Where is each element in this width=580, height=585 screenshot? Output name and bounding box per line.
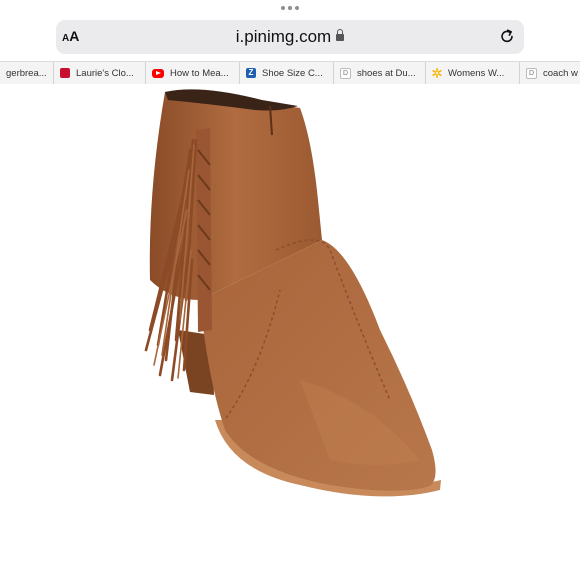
youtube-icon	[152, 68, 164, 78]
d-letter-icon: D	[526, 67, 537, 79]
bookmark-item[interactable]: D coach w	[520, 62, 580, 84]
d-letter-icon: D	[340, 67, 351, 79]
bookmark-label: How to Mea...	[170, 67, 229, 79]
bookmark-item[interactable]: Z Shoe Size C...	[240, 62, 334, 84]
bookmark-label: gerbrea...	[6, 67, 47, 79]
bookmarks-bar: gerbrea... Laurie's Clo... How to Mea...…	[0, 61, 580, 85]
bookmark-item[interactable]: D shoes at Du...	[334, 62, 426, 84]
walmart-spark-icon	[432, 68, 442, 78]
url-text: i.pinimg.com	[235, 27, 332, 46]
browser-toolbar: AA i.pinimg.com	[0, 0, 580, 60]
lock-icon	[336, 29, 345, 41]
bookmark-label: Womens W...	[448, 67, 505, 79]
boot-image	[144, 89, 441, 497]
address-bar[interactable]: AA i.pinimg.com	[56, 20, 524, 54]
tabs-dots-icon[interactable]	[0, 6, 580, 12]
bookmark-label: Laurie's Clo...	[76, 67, 134, 79]
bookmark-label: shoes at Du...	[357, 67, 416, 79]
bookmark-label: Shoe Size C...	[262, 67, 323, 79]
bookmark-item[interactable]: Laurie's Clo...	[54, 62, 146, 84]
bookmark-item[interactable]: How to Mea...	[146, 62, 240, 84]
bookmark-item[interactable]: Womens W...	[426, 62, 520, 84]
z-logo-icon: Z	[246, 68, 256, 78]
url-display[interactable]: i.pinimg.com	[56, 27, 524, 47]
reload-icon[interactable]	[498, 26, 516, 46]
bookmark-item[interactable]: gerbrea...	[0, 62, 54, 84]
image-viewport	[0, 84, 580, 580]
red-logo-icon	[60, 68, 70, 78]
bookmark-label: coach w	[543, 67, 578, 79]
